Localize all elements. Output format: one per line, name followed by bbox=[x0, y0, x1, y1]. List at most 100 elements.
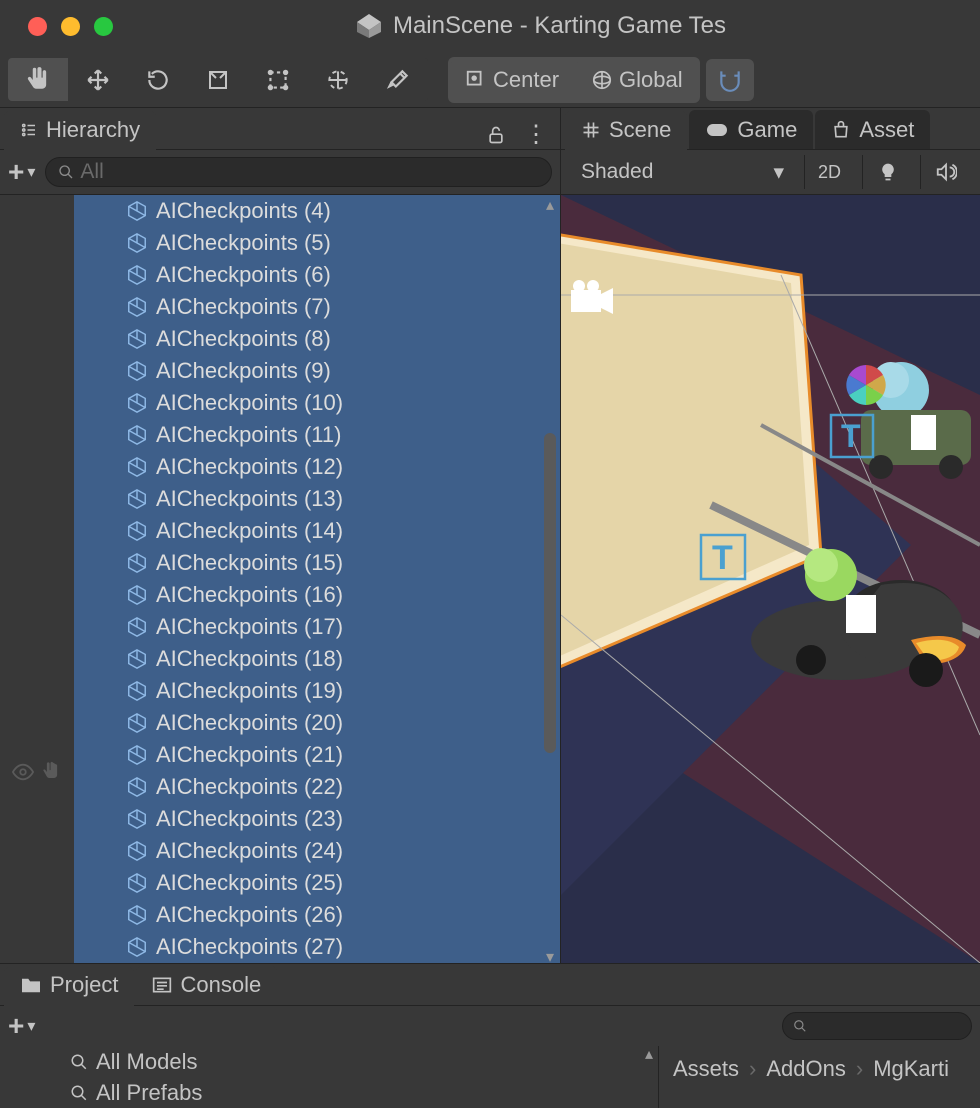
project-create-button[interactable]: +▾ bbox=[8, 1010, 35, 1042]
hierarchy-tabs: Hierarchy ⋮ bbox=[0, 108, 560, 150]
hierarchy-item[interactable]: AICheckpoints (12) bbox=[74, 451, 560, 483]
hierarchy-item[interactable]: AICheckpoints (19) bbox=[74, 675, 560, 707]
hierarchy-item[interactable]: AICheckpoints (4) bbox=[74, 195, 560, 227]
scene-panel: Scene Game Asset Shaded 2D bbox=[561, 108, 980, 963]
console-tab[interactable]: Console bbox=[136, 966, 277, 1005]
custom-tools-button[interactable] bbox=[368, 58, 428, 101]
project-search[interactable] bbox=[782, 1012, 972, 1040]
breadcrumb-item[interactable]: MgKarti bbox=[873, 1056, 949, 1082]
close-window-button[interactable] bbox=[28, 17, 47, 36]
hierarchy-item[interactable]: AICheckpoints (8) bbox=[74, 323, 560, 355]
lighting-toggle-button[interactable] bbox=[862, 155, 912, 189]
shading-mode-label: Shaded bbox=[581, 160, 653, 184]
hierarchy-item[interactable]: AICheckpoints (20) bbox=[74, 707, 560, 739]
hierarchy-item[interactable]: AICheckpoints (13) bbox=[74, 483, 560, 515]
hand-tool-button[interactable] bbox=[8, 58, 68, 101]
hierarchy-item-label: AICheckpoints (21) bbox=[156, 742, 343, 768]
snap-toggle-button[interactable] bbox=[706, 59, 754, 101]
search-icon bbox=[793, 1019, 807, 1033]
hierarchy-item[interactable]: AICheckpoints (11) bbox=[74, 419, 560, 451]
pivot-toggle-button[interactable]: Center bbox=[451, 60, 573, 100]
maximize-window-button[interactable] bbox=[94, 17, 113, 36]
hierarchy-item[interactable]: AICheckpoints (6) bbox=[74, 259, 560, 291]
move-tool-button[interactable] bbox=[68, 58, 128, 101]
hierarchy-item[interactable]: AICheckpoints (27) bbox=[74, 931, 560, 963]
hierarchy-item[interactable]: AICheckpoints (24) bbox=[74, 835, 560, 867]
breadcrumb-item[interactable]: AddOns bbox=[766, 1056, 846, 1082]
rotate-tool-button[interactable] bbox=[128, 58, 188, 101]
game-tab-label: Game bbox=[737, 117, 797, 143]
audio-toggle-button[interactable] bbox=[920, 155, 970, 189]
hierarchy-item-label: AICheckpoints (18) bbox=[156, 646, 343, 672]
hierarchy-item[interactable]: AICheckpoints (17) bbox=[74, 611, 560, 643]
minimize-window-button[interactable] bbox=[61, 17, 80, 36]
shading-mode-dropdown[interactable]: Shaded bbox=[571, 155, 796, 189]
scroll-up-icon[interactable]: ▴ bbox=[641, 1046, 657, 1062]
hierarchy-item-label: AICheckpoints (15) bbox=[156, 550, 343, 576]
hierarchy-item-label: AICheckpoints (8) bbox=[156, 326, 331, 352]
hierarchy-item[interactable]: AICheckpoints (5) bbox=[74, 227, 560, 259]
hierarchy-item-label: AICheckpoints (9) bbox=[156, 358, 331, 384]
hierarchy-item[interactable]: AICheckpoints (16) bbox=[74, 579, 560, 611]
scene-toolbar: Shaded 2D bbox=[561, 150, 980, 195]
hierarchy-tab[interactable]: Hierarchy bbox=[4, 111, 156, 150]
hierarchy-item[interactable]: AICheckpoints (9) bbox=[74, 355, 560, 387]
prefab-cube-icon bbox=[126, 936, 148, 958]
hierarchy-item[interactable]: AICheckpoints (18) bbox=[74, 643, 560, 675]
svg-text:T: T bbox=[841, 418, 861, 454]
prefab-cube-icon bbox=[126, 456, 148, 478]
hierarchy-item-label: AICheckpoints (4) bbox=[156, 198, 331, 224]
hierarchy-search-input[interactable] bbox=[80, 160, 539, 184]
hierarchy-item[interactable]: AICheckpoints (15) bbox=[74, 547, 560, 579]
prefab-cube-icon bbox=[126, 904, 148, 926]
space-toggle-button[interactable]: Global bbox=[577, 60, 697, 100]
project-tab[interactable]: Project bbox=[4, 967, 134, 1006]
prefab-cube-icon bbox=[126, 680, 148, 702]
panel-menu-icon[interactable]: ⋮ bbox=[524, 120, 548, 149]
hierarchy-item-label: AICheckpoints (14) bbox=[156, 518, 343, 544]
hierarchy-item[interactable]: AICheckpoints (21) bbox=[74, 739, 560, 771]
scroll-down-icon[interactable]: ▾ bbox=[542, 949, 558, 963]
project-filter-list: All Models All Prefabs bbox=[0, 1046, 640, 1108]
hierarchy-scrollbar[interactable]: ▴ ▾ bbox=[542, 197, 558, 963]
all-prefabs-item[interactable]: All Prefabs bbox=[12, 1077, 628, 1108]
hierarchy-tab-label: Hierarchy bbox=[46, 117, 140, 143]
visibility-icon[interactable] bbox=[12, 761, 34, 783]
create-dropdown-button[interactable]: +▾ bbox=[8, 156, 35, 188]
rect-tool-button[interactable] bbox=[248, 58, 308, 101]
scene-tab[interactable]: Scene bbox=[565, 111, 687, 150]
hierarchy-item[interactable]: AICheckpoints (23) bbox=[74, 803, 560, 835]
bottom-tabs: Project Console bbox=[0, 964, 980, 1006]
scale-tool-button[interactable] bbox=[188, 58, 248, 101]
scroll-thumb[interactable] bbox=[544, 433, 556, 753]
hierarchy-item[interactable]: AICheckpoints (22) bbox=[74, 771, 560, 803]
folder-icon bbox=[20, 976, 42, 994]
hierarchy-list[interactable]: AICheckpoints (4)AICheckpoints (5)AIChec… bbox=[74, 195, 560, 963]
all-models-item[interactable]: All Models bbox=[12, 1046, 628, 1077]
project-left-scrollbar[interactable]: ▴ bbox=[640, 1046, 658, 1108]
all-models-label: All Models bbox=[96, 1049, 197, 1075]
hierarchy-item-label: AICheckpoints (11) bbox=[156, 422, 341, 448]
pickability-icon[interactable] bbox=[40, 761, 62, 783]
hierarchy-item[interactable]: AICheckpoints (26) bbox=[74, 899, 560, 931]
transform-tool-button[interactable] bbox=[308, 58, 368, 101]
speaker-icon bbox=[935, 161, 957, 183]
scene-viewport[interactable]: T bbox=[561, 195, 980, 963]
hierarchy-search[interactable] bbox=[45, 157, 552, 187]
hierarchy-panel: Hierarchy ⋮ +▾ bbox=[0, 108, 561, 963]
prefab-cube-icon bbox=[126, 520, 148, 542]
breadcrumb-item[interactable]: Assets bbox=[673, 1056, 739, 1082]
hierarchy-item[interactable]: AICheckpoints (10) bbox=[74, 387, 560, 419]
2d-toggle-button[interactable]: 2D bbox=[804, 155, 854, 189]
hierarchy-item-label: AICheckpoints (16) bbox=[156, 582, 343, 608]
unity-logo-icon bbox=[355, 14, 383, 38]
hierarchy-item[interactable]: AICheckpoints (25) bbox=[74, 867, 560, 899]
scroll-up-icon[interactable]: ▴ bbox=[542, 197, 558, 213]
asset-store-tab[interactable]: Asset bbox=[815, 110, 930, 149]
hierarchy-item[interactable]: AICheckpoints (14) bbox=[74, 515, 560, 547]
game-tab[interactable]: Game bbox=[689, 110, 813, 149]
hierarchy-item[interactable]: AICheckpoints (7) bbox=[74, 291, 560, 323]
hierarchy-scroll: AICheckpoints (4)AICheckpoints (5)AIChec… bbox=[0, 195, 560, 963]
lock-icon[interactable] bbox=[486, 125, 506, 145]
bottom-panel: Project Console +▾ All Models All Prefab… bbox=[0, 963, 980, 1108]
